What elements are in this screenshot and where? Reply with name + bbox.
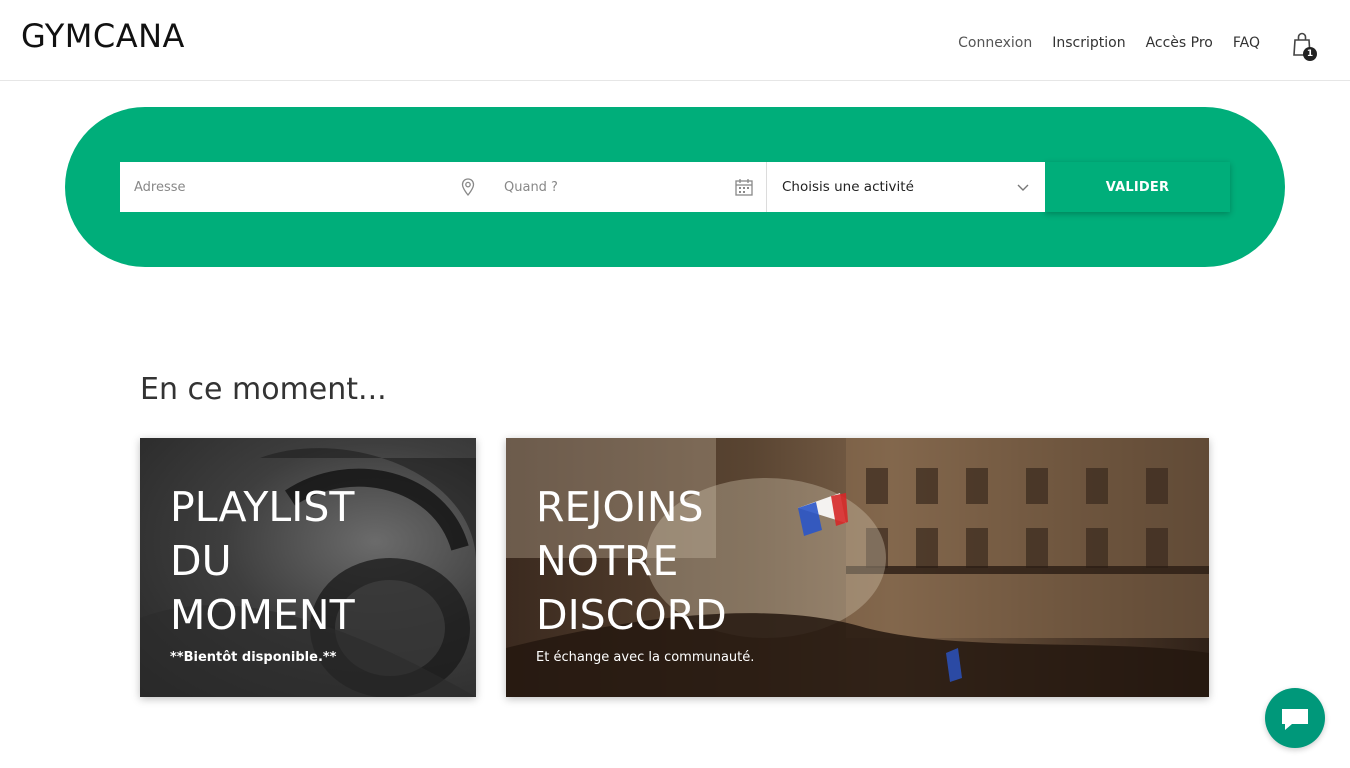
validate-button[interactable]: VALIDER <box>1045 162 1230 212</box>
discord-card-subtitle: Et échange avec la communauté. <box>536 650 755 665</box>
activity-select-value: Choisis une activité <box>782 179 914 195</box>
location-pin-icon <box>461 178 475 197</box>
section-title: En ce moment... <box>140 372 387 407</box>
address-input[interactable] <box>120 162 490 212</box>
address-field <box>120 162 490 212</box>
nav-acces-pro[interactable]: Accès Pro <box>1146 33 1213 53</box>
main-nav: Connexion Inscription Accès Pro FAQ <box>958 33 1260 53</box>
playlist-card-subtitle: **Bientôt disponible.** <box>170 650 337 665</box>
discord-card-title: REJOINS NOTRE DISCORD <box>536 483 727 639</box>
cart-button[interactable]: 1 <box>1291 31 1317 63</box>
date-input[interactable] <box>490 162 766 212</box>
nav-connexion[interactable]: Connexion <box>958 33 1032 53</box>
date-field <box>490 162 766 212</box>
search-band: Choisis une activité VALIDER <box>65 107 1285 267</box>
calendar-icon <box>735 179 753 196</box>
search-bar: Choisis une activité VALIDER <box>120 162 1230 212</box>
site-logo[interactable]: GYMCANA <box>21 17 185 55</box>
cart-count-badge: 1 <box>1303 47 1317 61</box>
activity-select[interactable]: Choisis une activité <box>766 162 1045 212</box>
nav-inscription[interactable]: Inscription <box>1052 33 1125 53</box>
chevron-down-icon <box>1017 184 1029 191</box>
playlist-card[interactable]: PLAYLIST DU MOMENT **Bientôt disponible.… <box>140 438 476 697</box>
playlist-card-title: PLAYLIST DU MOMENT <box>170 483 355 639</box>
site-header: GYMCANA Connexion Inscription Accès Pro … <box>0 0 1350 81</box>
nav-faq[interactable]: FAQ <box>1233 33 1260 53</box>
chat-bubble-icon <box>1282 709 1308 730</box>
chat-button[interactable] <box>1265 688 1325 748</box>
discord-card[interactable]: REJOINS NOTRE DISCORD Et échange avec la… <box>506 438 1209 697</box>
